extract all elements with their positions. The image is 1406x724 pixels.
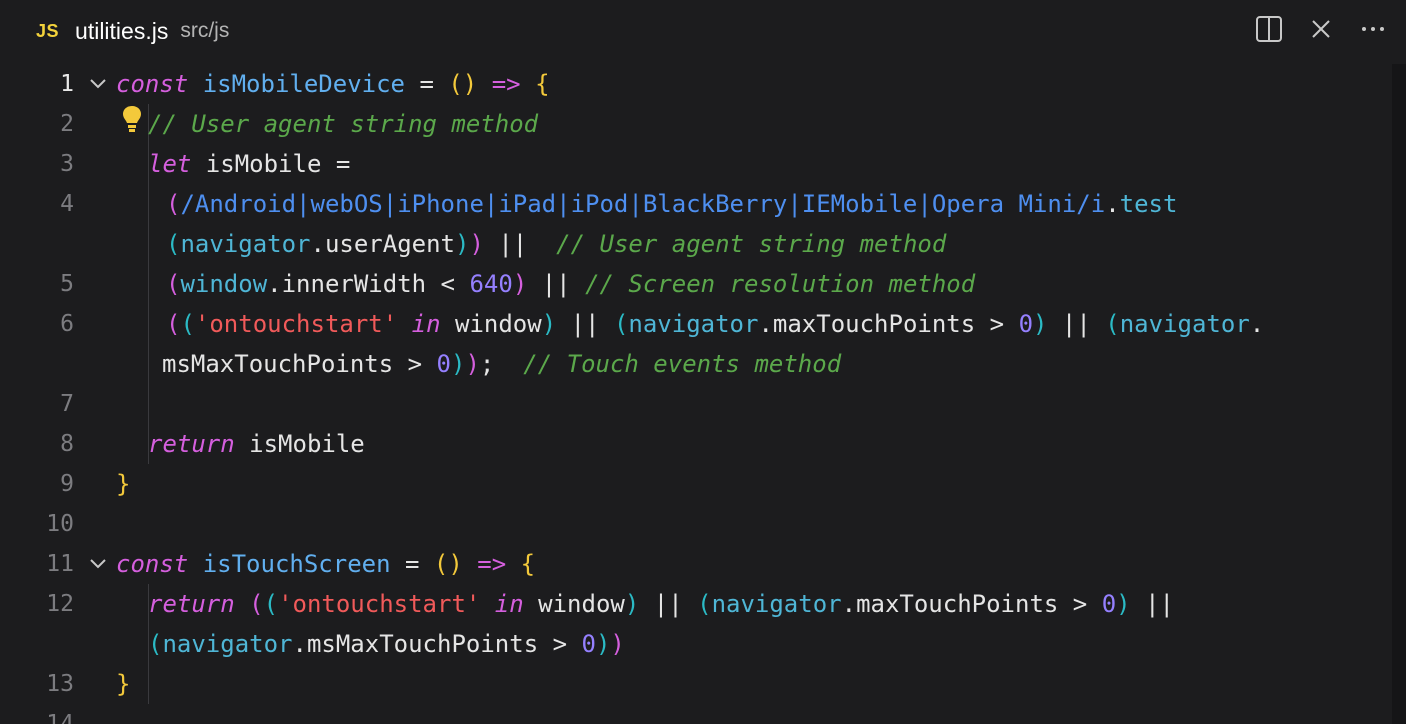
code-line: (window.innerWidth < 640) || // Screen r… — [166, 270, 976, 298]
code-line: (/Android|webOS|iPhone|iPad|iPod|BlackBe… — [166, 190, 1178, 218]
code-line: // User agent string method — [148, 110, 539, 138]
code-line: } — [116, 670, 131, 698]
code-line: } — [116, 470, 131, 498]
editor-actions — [1254, 14, 1388, 44]
more-actions-button[interactable] — [1358, 14, 1388, 44]
line-number: 8 — [60, 431, 74, 457]
code-line: (navigator.userAgent)) || // User agent … — [166, 230, 947, 258]
editor-tab-bar: JS utilities.js src/js — [0, 0, 1406, 60]
line-number: 2 — [60, 111, 74, 137]
line-number: 10 — [46, 511, 74, 537]
line-number: 9 — [60, 471, 74, 497]
line-number: 6 — [60, 311, 74, 337]
line-number: 7 — [60, 391, 74, 417]
close-icon — [1312, 20, 1330, 38]
javascript-file-icon: JS — [36, 20, 60, 41]
code-line: (('ontouchstart' in window) || (navigato… — [166, 310, 1265, 338]
more-icon — [1362, 27, 1384, 31]
line-number: 14 — [46, 711, 74, 724]
code-line: return isMobile — [148, 430, 365, 458]
line-number: 4 — [60, 191, 74, 217]
line-number: 12 — [46, 591, 74, 617]
code-line: const isTouchScreen = () => { — [116, 550, 536, 578]
code-line: (navigator.msMaxTouchPoints > 0)) — [148, 630, 625, 658]
line-number: 1 — [60, 71, 74, 97]
split-editor-icon — [1256, 16, 1282, 42]
vertical-scrollbar[interactable] — [1392, 64, 1406, 724]
chevron-down-icon[interactable] — [88, 74, 108, 94]
code-line: return (('ontouchstart' in window) || (n… — [148, 590, 1174, 618]
line-number: 11 — [46, 551, 74, 577]
tab-file-name: utilities.js — [75, 17, 169, 44]
line-number: 5 — [60, 271, 74, 297]
line-number: 13 — [46, 671, 74, 697]
file-tab[interactable]: JS utilities.js src/js — [36, 14, 229, 48]
code-line: msMaxTouchPoints > 0)); // Touch events … — [162, 350, 842, 378]
line-number: 3 — [60, 151, 74, 177]
close-editor-button[interactable] — [1306, 14, 1336, 44]
chevron-down-icon[interactable] — [88, 554, 108, 574]
code-editor[interactable]: 1 2 3 4 5 6 7 8 9 10 11 12 13 14 const i… — [0, 64, 1392, 724]
tab-file-path: src/js — [180, 19, 230, 42]
code-line: const isMobileDevice = () => { — [116, 70, 550, 98]
code-line: let isMobile = — [148, 150, 351, 178]
lightbulb-icon[interactable] — [120, 104, 144, 134]
split-editor-button[interactable] — [1254, 14, 1284, 44]
